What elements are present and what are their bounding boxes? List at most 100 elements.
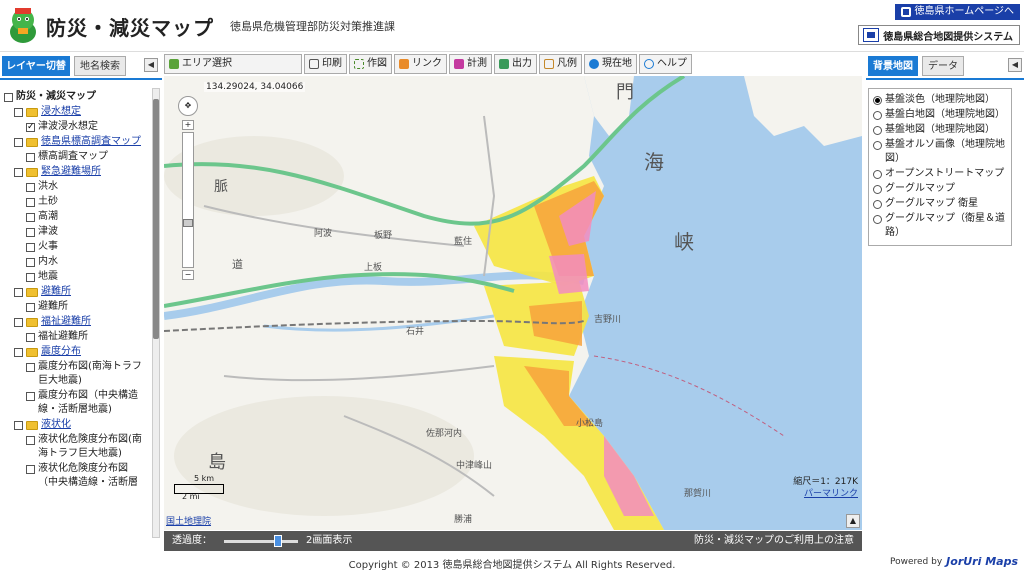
tab-place-search[interactable]: 地名検索	[74, 56, 126, 76]
measure-button[interactable]: 計測	[449, 54, 492, 74]
layer-checkbox[interactable]	[26, 273, 35, 282]
layer-checkbox[interactable]	[4, 93, 13, 102]
layer-tree-item[interactable]: 液状化	[4, 418, 146, 432]
layer-checkbox[interactable]	[14, 108, 23, 117]
layer-checkbox[interactable]	[26, 228, 35, 237]
permalink-link[interactable]: パーマリンク	[804, 486, 858, 499]
layer-tree-item[interactable]: 高潮	[4, 210, 146, 224]
layer-checkbox[interactable]	[26, 198, 35, 207]
layer-checkbox[interactable]	[26, 153, 35, 162]
tab-data[interactable]: データ	[922, 56, 964, 76]
layer-tree-item[interactable]: 緊急避難場所	[4, 165, 146, 179]
layer-checkbox[interactable]	[26, 303, 35, 312]
background-radio[interactable]	[873, 111, 882, 120]
layer-label[interactable]: 福祉避難所	[41, 315, 91, 329]
prefecture-home-link[interactable]: 徳島県ホームページへ	[894, 4, 1020, 20]
layer-checkbox[interactable]	[26, 363, 35, 372]
layer-label[interactable]: 液状化	[41, 418, 71, 432]
layer-label[interactable]: 徳島県標高調査マップ	[41, 135, 141, 149]
layer-tree-item[interactable]: 洪水	[4, 180, 146, 194]
help-button[interactable]: ヘルプ	[639, 54, 692, 74]
usage-notice-link[interactable]: 防災・減災マップのご利用上の注意	[694, 531, 854, 551]
background-option[interactable]: 基盤白地図（地理院地図）	[873, 108, 1007, 122]
layer-tree-item[interactable]: 避難所	[4, 285, 146, 299]
opacity-slider-knob[interactable]	[273, 535, 282, 547]
zoom-control[interactable]: ✥ + −	[178, 96, 198, 280]
layer-checkbox[interactable]	[26, 213, 35, 222]
gsi-credit-link[interactable]: 国土地理院	[166, 514, 211, 527]
layer-checkbox[interactable]	[14, 288, 23, 297]
output-button[interactable]: 出力	[494, 54, 537, 74]
background-option[interactable]: グーグルマップ	[873, 182, 1007, 196]
layer-label[interactable]: 震度分布	[41, 345, 81, 359]
layer-checkbox[interactable]	[26, 258, 35, 267]
layer-tree-item[interactable]: 土砂	[4, 195, 146, 209]
draw-button[interactable]: 作図	[349, 54, 392, 74]
link-button[interactable]: リンク	[394, 54, 447, 74]
layer-tree-item[interactable]: 液状化危険度分布図(南海トラフ巨大地震)	[4, 433, 146, 461]
layer-checkbox[interactable]	[26, 333, 35, 342]
layer-tree-item[interactable]: 標高調査マップ	[4, 150, 146, 164]
layer-tree-item[interactable]: 避難所	[4, 300, 146, 314]
gis-system-banner[interactable]: 徳島県総合地図提供システム	[858, 25, 1020, 45]
background-radio[interactable]	[873, 215, 882, 224]
layer-label[interactable]: 避難所	[41, 285, 71, 299]
layer-tree-item[interactable]: 震度分布	[4, 345, 146, 359]
print-button[interactable]: 印刷	[304, 54, 347, 74]
background-radio[interactable]	[873, 200, 882, 209]
opacity-slider[interactable]	[224, 540, 298, 543]
layer-checkbox[interactable]	[26, 120, 35, 134]
layer-checkbox[interactable]	[14, 421, 23, 430]
layer-checkbox[interactable]	[26, 465, 35, 474]
layer-tree-item[interactable]: 液状化危険度分布図（中央構造線・活断層	[4, 462, 146, 490]
zoom-slider[interactable]	[182, 132, 194, 268]
layer-tree-item[interactable]: 津波	[4, 225, 146, 239]
zoom-out-button[interactable]: −	[182, 270, 194, 280]
layer-tree-item[interactable]: 震度分布図(南海トラフ巨大地震)	[4, 360, 146, 388]
zoom-slider-knob[interactable]	[183, 219, 193, 227]
layer-checkbox[interactable]	[26, 392, 35, 401]
legend-button[interactable]: 凡例	[539, 54, 582, 74]
scrollbar-thumb[interactable]	[153, 99, 159, 339]
layer-tree-item[interactable]: 津波浸水想定	[4, 120, 146, 134]
background-radio[interactable]	[873, 126, 882, 135]
area-select-dropdown[interactable]: エリア選択	[164, 54, 302, 74]
background-option[interactable]: グーグルマップ 衛星	[873, 197, 1007, 211]
layer-tree-item[interactable]: 福祉避難所	[4, 315, 146, 329]
layer-checkbox[interactable]	[14, 348, 23, 357]
layer-checkbox[interactable]	[26, 183, 35, 192]
background-option[interactable]: 基盤地図（地理院地図）	[873, 123, 1007, 137]
background-option[interactable]: オープンストリートマップ	[873, 167, 1007, 181]
background-radio[interactable]	[873, 96, 882, 105]
map-canvas[interactable]: 134.29024, 34.04066 ✥ + − 脈 道 島 海 峡 門 吉野…	[164, 76, 862, 530]
zoom-in-button[interactable]: +	[182, 120, 194, 130]
layer-tree-item[interactable]: 徳島県標高調査マップ	[4, 135, 146, 149]
layer-tree-item[interactable]: 防災・減災マップ	[4, 90, 146, 104]
layer-tree-item[interactable]: 内水	[4, 255, 146, 269]
split-view-toggle[interactable]: 2画面表示	[306, 531, 352, 551]
tab-background-map[interactable]: 背景地図	[868, 56, 918, 76]
layer-tree-item[interactable]: 震度分布図（中央構造線・活断層地震)	[4, 389, 146, 417]
background-option[interactable]: グーグルマップ（衛星＆道路）	[873, 212, 1007, 240]
expand-up-button[interactable]: ▲	[846, 514, 860, 528]
layer-label[interactable]: 緊急避難場所	[41, 165, 101, 179]
layer-tree-item[interactable]: 地震	[4, 270, 146, 284]
background-option[interactable]: 基盤淡色（地理院地図）	[873, 93, 1007, 107]
layer-checkbox[interactable]	[14, 318, 23, 327]
layer-checkbox[interactable]	[14, 168, 23, 177]
layer-checkbox[interactable]	[26, 436, 35, 445]
pan-control-icon[interactable]: ✥	[178, 96, 198, 116]
collapse-right-panel-button[interactable]: ◀	[1008, 58, 1022, 72]
layer-tree-item[interactable]: 福祉避難所	[4, 330, 146, 344]
layer-tree-item[interactable]: 火事	[4, 240, 146, 254]
layer-checkbox[interactable]	[14, 138, 23, 147]
background-radio[interactable]	[873, 141, 882, 150]
background-radio[interactable]	[873, 185, 882, 194]
background-option[interactable]: 基盤オルソ画像（地理院地図）	[873, 138, 1007, 166]
layer-tree-scrollbar[interactable]	[152, 88, 160, 538]
layer-checkbox[interactable]	[26, 243, 35, 252]
tab-layer-switch[interactable]: レイヤー切替	[2, 56, 70, 76]
layer-label[interactable]: 浸水想定	[41, 105, 81, 119]
current-location-button[interactable]: 現在地	[584, 54, 637, 74]
background-radio[interactable]	[873, 170, 882, 179]
